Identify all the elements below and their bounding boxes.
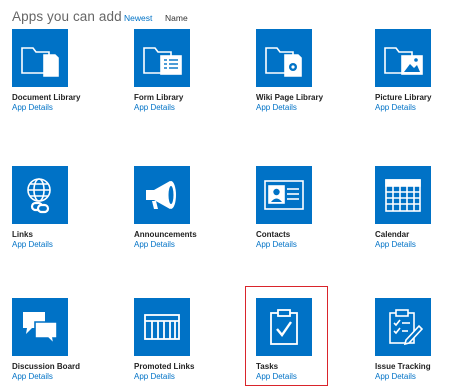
app-details-link[interactable]: App Details (375, 240, 450, 249)
app-name[interactable]: Calendar (375, 230, 450, 239)
app-details-link[interactable]: App Details (134, 240, 234, 249)
tasks-clipboard-icon[interactable] (256, 298, 312, 356)
app-name[interactable]: Form Library (134, 93, 234, 102)
app-name[interactable]: Discussion Board (12, 362, 112, 371)
links-globe-icon[interactable] (12, 166, 68, 224)
app-details-link[interactable]: App Details (12, 103, 112, 112)
app-details-link[interactable]: App Details (12, 240, 112, 249)
app-name[interactable]: Tasks (256, 362, 356, 371)
wiki-page-library-icon[interactable] (256, 29, 312, 87)
app-name[interactable]: Document Library (12, 93, 112, 102)
app-name[interactable]: Wiki Page Library (256, 93, 356, 102)
app-name[interactable]: Promoted Links (134, 362, 234, 371)
calendar-icon[interactable] (375, 166, 431, 224)
app-details-link[interactable]: App Details (256, 240, 356, 249)
app-details-link[interactable]: App Details (375, 103, 450, 112)
form-library-icon[interactable] (134, 29, 190, 87)
app-details-link[interactable]: App Details (134, 372, 234, 381)
promoted-links-icon[interactable] (134, 298, 190, 356)
megaphone-icon[interactable] (134, 166, 190, 224)
app-details-link[interactable]: App Details (256, 103, 356, 112)
contact-card-icon[interactable] (256, 166, 312, 224)
app-name[interactable]: Announcements (134, 230, 234, 239)
picture-library-icon[interactable] (375, 29, 431, 87)
app-name[interactable]: Issue Tracking (375, 362, 450, 371)
app-details-link[interactable]: App Details (134, 103, 234, 112)
sort-name-link[interactable]: Name (165, 13, 188, 23)
app-details-link[interactable]: App Details (12, 372, 112, 381)
app-name[interactable]: Contacts (256, 230, 356, 239)
app-details-link[interactable]: App Details (375, 372, 450, 381)
app-details-link[interactable]: App Details (256, 372, 356, 381)
discussion-bubbles-icon[interactable] (12, 298, 68, 356)
document-library-icon[interactable] (12, 29, 68, 87)
issue-tracking-icon[interactable] (375, 298, 431, 356)
page-title: Apps you can add (12, 9, 122, 24)
app-name[interactable]: Links (12, 230, 112, 239)
app-name[interactable]: Picture Library (375, 93, 450, 102)
sort-newest-link[interactable]: Newest (124, 13, 152, 23)
